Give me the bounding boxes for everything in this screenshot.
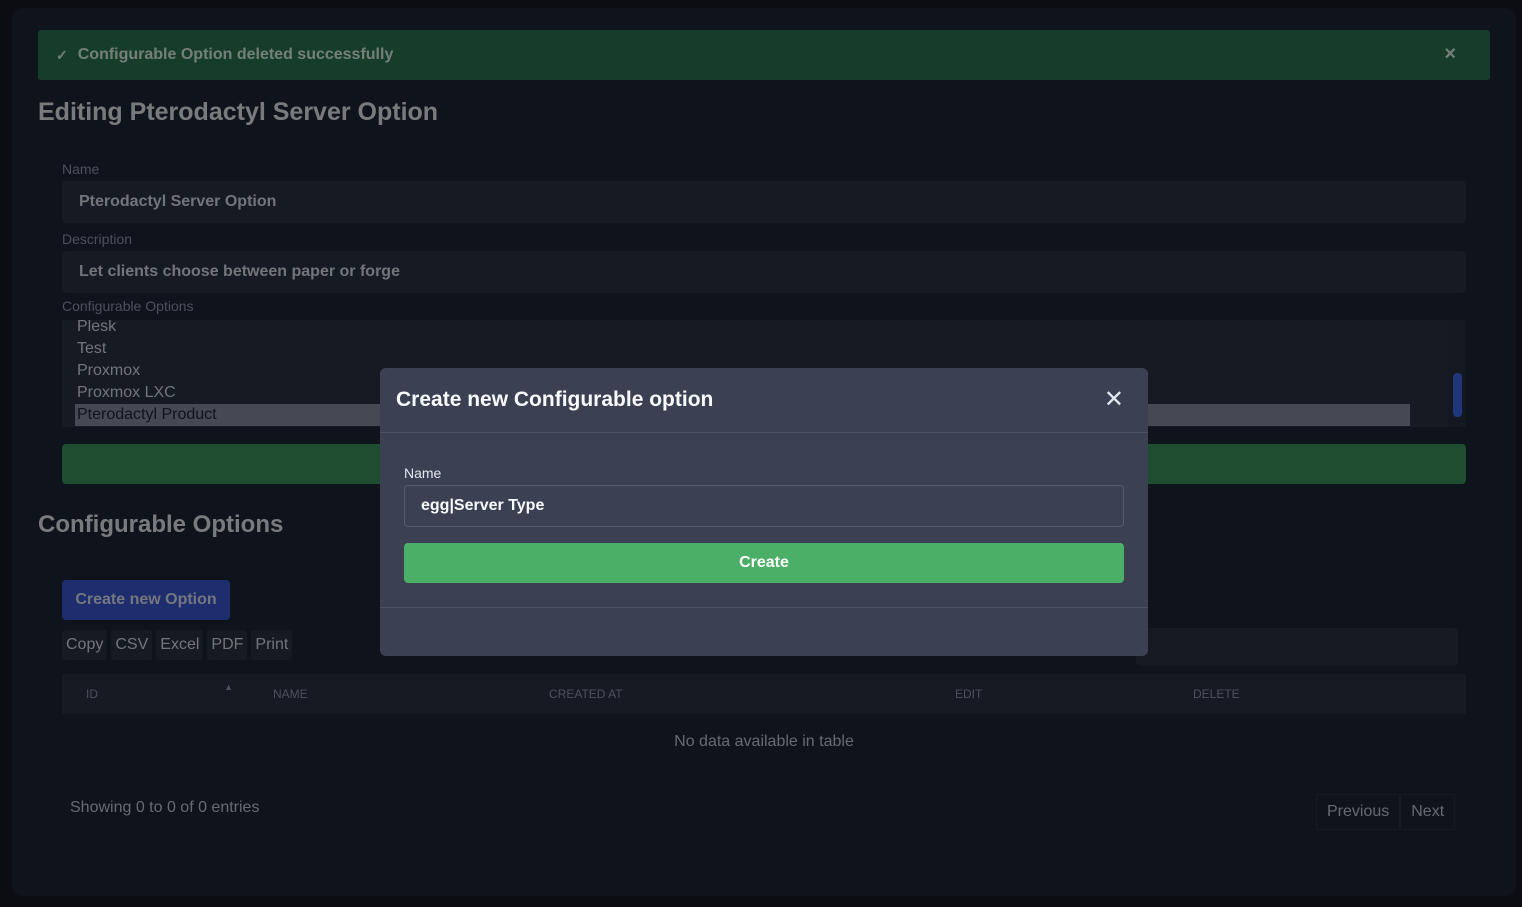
modal-footer-divider — [380, 607, 1148, 608]
modal-title: Create new Configurable option — [396, 388, 714, 411]
modal-create-button[interactable]: Create — [404, 543, 1124, 583]
modal-body: Name egg|Server Type Create — [404, 465, 1124, 583]
create-option-modal: Create new Configurable option ✕ Name eg… — [380, 368, 1148, 656]
close-icon[interactable]: ✕ — [1104, 386, 1124, 414]
modal-header: Create new Configurable option — [380, 368, 1148, 433]
modal-name-input[interactable]: egg|Server Type — [404, 485, 1124, 527]
modal-name-label: Name — [404, 465, 442, 481]
